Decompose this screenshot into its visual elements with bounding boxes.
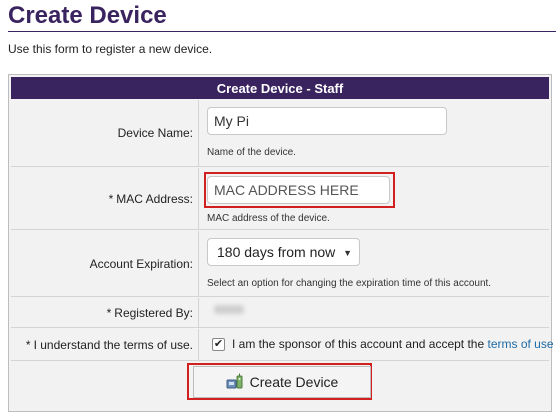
device-name-input[interactable] [207, 107, 447, 135]
account-expiration-hint: Select an option for changing the expira… [207, 278, 492, 289]
device-name-label: Device Name: [11, 100, 199, 166]
device-name-hint: Name of the device. [207, 147, 296, 158]
terms-of-use-link[interactable]: terms of use [488, 337, 554, 351]
mac-address-hint: MAC address of the device. [207, 213, 330, 224]
terms-row: * I understand the terms of use. ✔ I am … [11, 329, 554, 361]
page-title: Create Device [8, 2, 167, 29]
page-intro: Use this form to register a new device. [8, 42, 213, 56]
mac-address-label: * MAC Address: [11, 168, 199, 229]
create-device-button[interactable]: Create Device [193, 366, 371, 398]
terms-label: * I understand the terms of use. [11, 329, 199, 360]
device-network-icon [226, 373, 243, 389]
registered-by-value [214, 305, 244, 314]
create-device-form: Create Device - Staff Device Name: Name … [8, 74, 554, 412]
device-name-row: Device Name: Name of the device. [11, 100, 549, 167]
mac-address-input[interactable] [207, 176, 390, 204]
terms-text: I am the sponsor of this account and acc… [232, 337, 554, 351]
registered-by-row: * Registered By: [11, 298, 549, 328]
account-expiration-select[interactable]: 180 days from now ▼ [207, 238, 360, 266]
account-expiration-label: Account Expiration: [11, 231, 199, 296]
form-header: Create Device - Staff [11, 77, 549, 99]
terms-checkbox[interactable]: ✔ [212, 338, 225, 351]
title-divider [8, 31, 556, 32]
account-expiration-row: Account Expiration: 180 days from now ▼ … [11, 231, 549, 297]
registered-by-label: * Registered By: [11, 298, 199, 327]
mac-address-row: * MAC Address: MAC address of the device… [11, 168, 549, 230]
chevron-down-icon: ▼ [343, 248, 352, 258]
